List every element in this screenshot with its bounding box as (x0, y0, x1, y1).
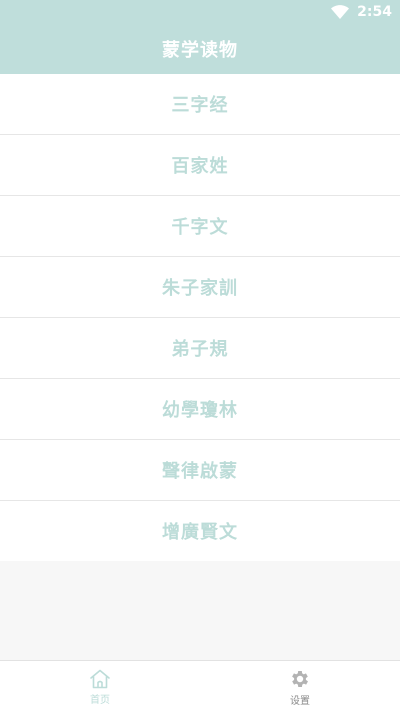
book-item-baijiaxing[interactable]: 百家姓 (0, 135, 400, 196)
wifi-icon (331, 5, 350, 19)
tab-settings-label: 设置 (290, 695, 310, 707)
tab-home-label: 首页 (90, 694, 110, 706)
book-item-sanzijing[interactable]: 三字经 (0, 74, 400, 135)
tab-home[interactable]: 首页 (0, 661, 200, 711)
page-title: 蒙学读物 (162, 40, 238, 61)
book-item-zengguangxianwen[interactable]: 增廣賢文 (0, 501, 400, 561)
tab-settings[interactable]: 设置 (200, 661, 400, 711)
book-item-dizigui[interactable]: 弟子規 (0, 318, 400, 379)
book-list: 三字经 百家姓 千字文 朱子家訓 弟子規 幼學瓊林 聲律啟蒙 增廣賢文 (0, 74, 400, 561)
bottom-navigation: 首页 设置 (0, 660, 400, 711)
status-bar: 2:54 (0, 0, 400, 24)
gear-icon (289, 668, 311, 690)
status-indicators: 2:54 (331, 3, 392, 21)
status-time: 2:54 (357, 4, 392, 20)
book-item-shenglvqimeng[interactable]: 聲律啟蒙 (0, 440, 400, 501)
home-icon (89, 669, 111, 689)
book-item-youxueqionglin[interactable]: 幼學瓊林 (0, 379, 400, 440)
book-item-qianziwen[interactable]: 千字文 (0, 196, 400, 257)
book-item-zhuzijiaxun[interactable]: 朱子家訓 (0, 257, 400, 318)
app-header: 蒙学读物 (0, 24, 400, 74)
